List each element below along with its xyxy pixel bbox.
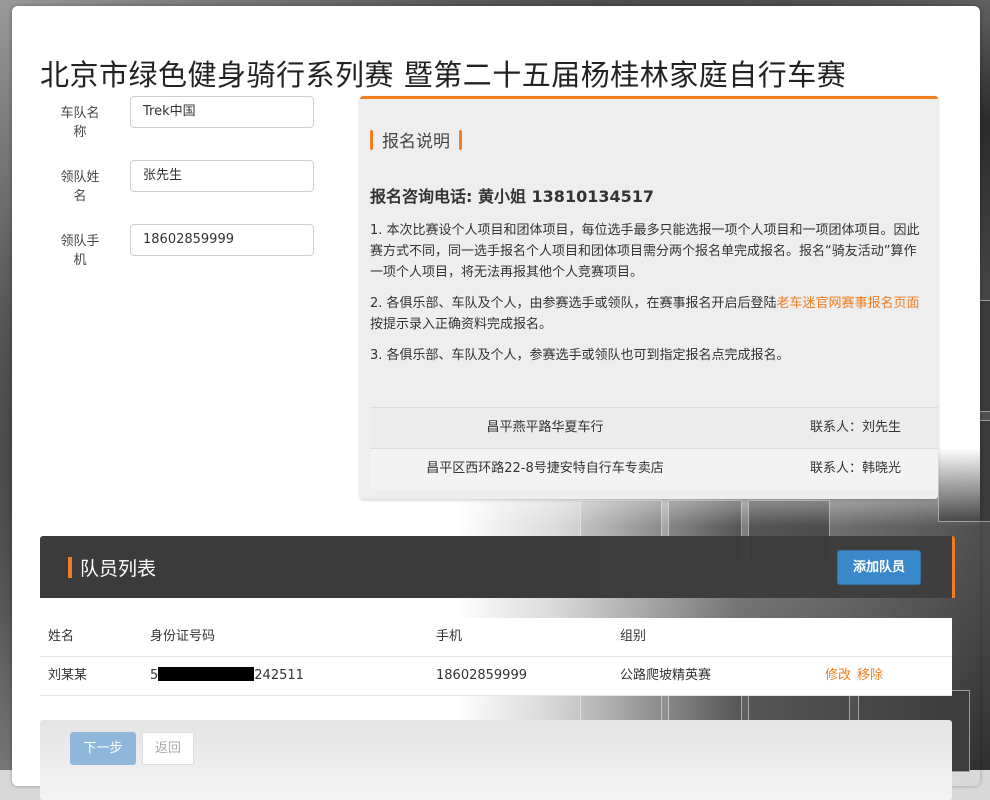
table-row: 刘某某 5 242511 18602859999 公路爬坡精英赛 修改 移除 — [40, 657, 952, 696]
footer-actions: 下一步 返回 — [40, 720, 952, 800]
shop-row: 昌平燕平路华夏车行 联系人：刘先生 — [370, 407, 938, 448]
leader-name-input[interactable]: 张先生 — [130, 160, 314, 192]
shop-name: 昌平燕平路华夏车行 — [486, 420, 604, 435]
member-id-suffix: 242511 — [254, 668, 304, 683]
next-step-button[interactable]: 下一步 — [70, 732, 136, 765]
member-list-header: 队员列表 添加队员 — [40, 536, 955, 598]
column-header-group: 组别 — [620, 629, 647, 644]
member-table: 姓名 身份证号码 手机 组别 刘某某 5 242511 18602859999 公… — [40, 618, 952, 696]
member-id-prefix: 5 — [150, 668, 159, 683]
shop-contact: 联系人：刘先生 — [810, 420, 902, 435]
back-button[interactable]: 返回 — [142, 732, 194, 765]
notice-heading: 报名说明 — [370, 127, 462, 152]
leader-phone-label: 领队手机 — [60, 234, 100, 268]
member-group: 公路爬坡精英赛 — [620, 668, 712, 683]
edit-member-link[interactable]: 修改 — [825, 657, 851, 695]
column-header-id: 身份证号码 — [150, 629, 216, 644]
shop-row: 昌平区西环路22-8号捷安特自行车专卖店 联系人：韩晓光 — [370, 448, 938, 489]
team-name-label: 车队名称 — [60, 106, 100, 140]
registration-page-link[interactable]: 老车迷官网赛事报名页面 — [777, 296, 920, 311]
leader-phone-input[interactable]: 18602859999 — [130, 224, 314, 256]
member-id-number: 5 242511 — [150, 657, 304, 695]
remove-member-link[interactable]: 移除 — [857, 657, 883, 695]
notice-heading-text: 报名说明 — [382, 132, 450, 152]
notice-paragraph-2-tail: 按提示录入正确资料完成报名。 — [370, 317, 553, 332]
member-phone: 18602859999 — [436, 668, 527, 683]
redaction-block — [158, 667, 255, 681]
member-name: 刘某某 — [48, 668, 88, 683]
notice-paragraph-3: 3. 各俱乐部、车队及个人，参赛选手或领队也可到指定报名点完成报名。 — [370, 348, 790, 363]
registration-notice-panel: 报名说明 报名咨询电话: 黄小姐 13810134517 1. 本次比赛设个人项… — [360, 96, 938, 499]
team-name-input[interactable]: Trek中国 — [130, 96, 314, 128]
member-list-title: 队员列表 — [80, 558, 157, 580]
notice-phone-line: 报名咨询电话: 黄小姐 13810134517 — [370, 187, 655, 206]
notice-paragraph-1: 1. 本次比赛设个人项目和团体项目，每位选手最多只能选报一项个人项目和一项团体项… — [370, 223, 920, 280]
leader-name-label: 领队姓名 — [60, 170, 100, 204]
member-table-header: 姓名 身份证号码 手机 组别 — [40, 618, 952, 657]
notice-paragraph-2: 2. 各俱乐部、车队及个人，由参赛选手或领队，在赛事报名开启后登陆老车迷官网赛事… — [370, 293, 922, 335]
column-header-name: 姓名 — [48, 629, 75, 644]
heading-bracket-left — [370, 129, 373, 150]
shop-name: 昌平区西环路22-8号捷安特自行车专卖店 — [426, 461, 664, 476]
column-header-phone: 手机 — [436, 629, 463, 644]
shop-table: 昌平燕平路华夏车行 联系人：刘先生 昌平区西环路22-8号捷安特自行车专卖店 联… — [370, 407, 938, 489]
page-title: 北京市绿色健身骑行系列赛 暨第二十五届杨桂林家庭自行车赛 — [40, 58, 847, 92]
header-accent — [68, 557, 72, 578]
shop-contact: 联系人：韩晓光 — [810, 461, 902, 476]
add-member-button[interactable]: 添加队员 — [837, 550, 921, 585]
notice-paragraph-2-text: 2. 各俱乐部、车队及个人，由参赛选手或领队，在赛事报名开启后登陆 — [370, 296, 777, 311]
heading-bracket-right — [459, 129, 462, 150]
